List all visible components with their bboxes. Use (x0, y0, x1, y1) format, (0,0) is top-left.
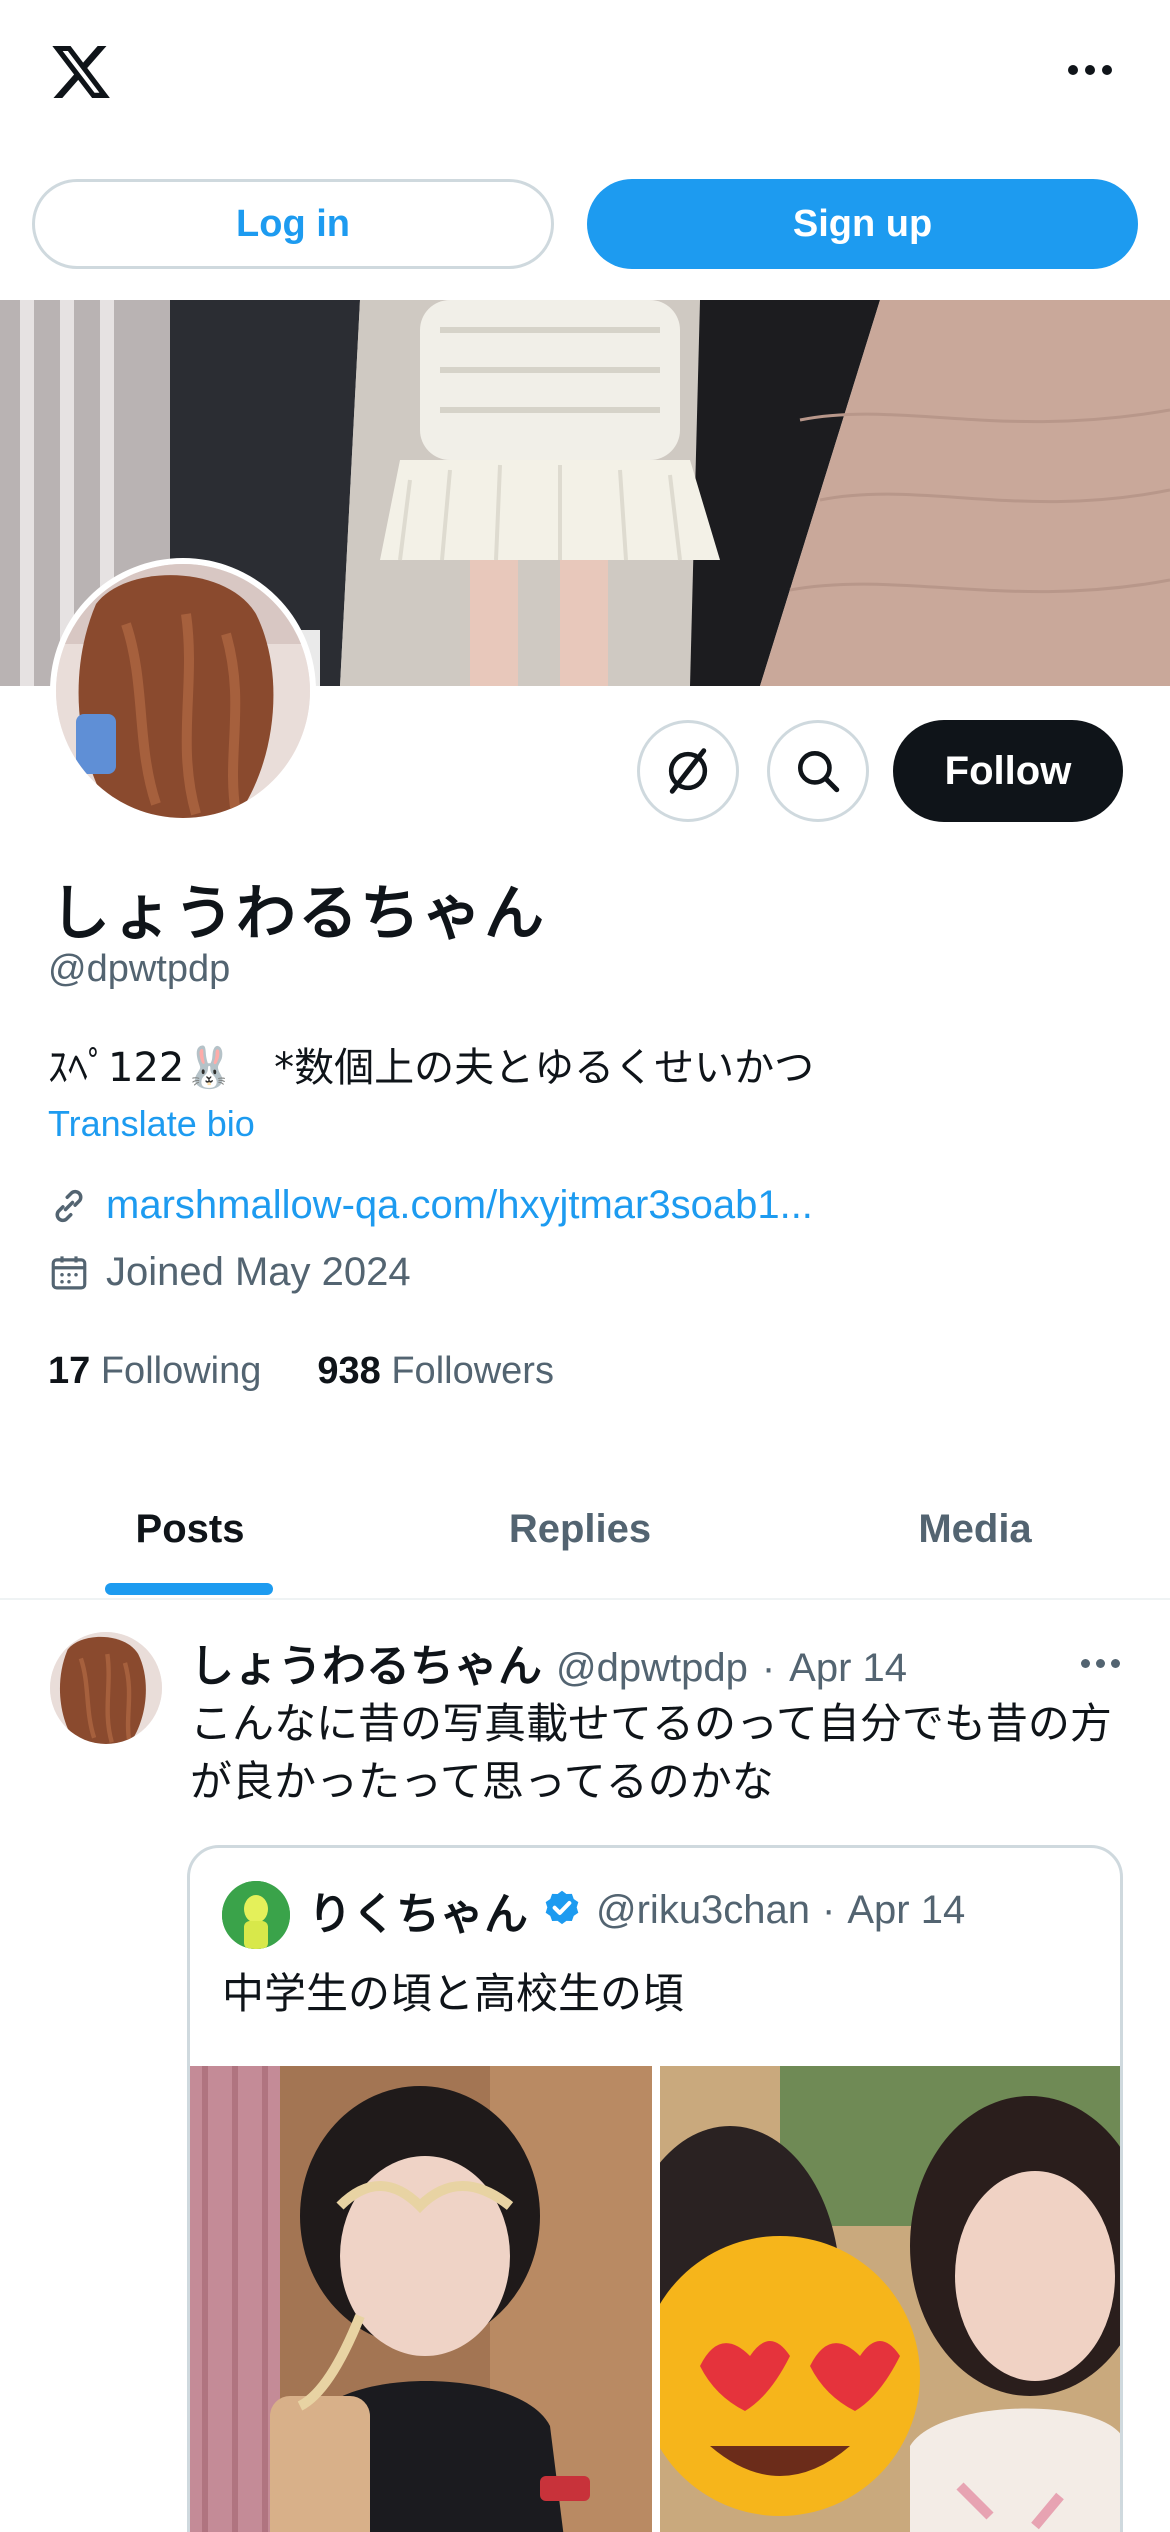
calendar-icon (51, 1255, 87, 1289)
quoted-avatar-image (222, 1881, 290, 1949)
search-icon (798, 751, 840, 793)
top-bar (0, 0, 1170, 150)
profile-bio: ｽﾍﾟ122🐰 *数個上の夫とゆるくせいかつ (48, 1045, 815, 1091)
profile-website-text[interactable]: marshmallow-qa.com/hxyjtmar3soab1... (106, 1183, 813, 1228)
quoted-photo-right (660, 2066, 1120, 2532)
post-text: こんなに昔の写真載せてるのって自分でも昔の方が良かったって思ってるのかな (190, 1699, 1112, 1806)
search-profile-button[interactable] (767, 720, 869, 822)
active-tab-indicator (105, 1583, 273, 1595)
profile-handle: @dpwtpdp (48, 948, 231, 990)
quoted-date[interactable]: Apr 14 (847, 1888, 965, 1933)
quoted-photo-left (190, 2066, 652, 2532)
profile-joined-text: Joined May 2024 (106, 1250, 411, 1294)
follow-button[interactable]: Follow (893, 720, 1123, 822)
post-date[interactable]: Apr 14 (789, 1646, 907, 1691)
following-count: 17 (48, 1350, 91, 1392)
quoted-post-text: 中学生の頃と高校生の頃 (222, 1969, 685, 2018)
followers-label: Followers (391, 1350, 554, 1392)
post-avatar-image (50, 1632, 162, 1744)
quoted-post[interactable]: りくちゃん @riku3chan · Apr 14 中学生の頃と高校生の頃 (187, 1845, 1123, 2532)
followers-count: 938 (317, 1350, 381, 1392)
following-link[interactable]: 17 Following (48, 1350, 261, 1393)
tab-media[interactable]: Media (780, 1460, 1170, 1598)
avatar-image (56, 564, 310, 818)
grok-button[interactable] (637, 720, 739, 822)
post-author-avatar[interactable] (50, 1632, 162, 1744)
quoted-separator: · (822, 1887, 836, 1932)
post-more-icon[interactable] (1070, 1648, 1130, 1678)
profile-avatar[interactable] (50, 558, 316, 824)
more-options-icon[interactable] (1050, 50, 1130, 90)
profile-website[interactable]: marshmallow-qa.com/hxyjtmar3soab1... (48, 1183, 813, 1228)
profile-counts: 17 Following 938 Followers (48, 1350, 554, 1393)
quoted-post-header: りくちゃん @riku3chan · Apr 14 (308, 1878, 965, 1942)
tab-posts[interactable]: Posts (0, 1460, 380, 1598)
grok-icon (668, 748, 708, 794)
login-button[interactable]: Log in (32, 179, 554, 269)
quoted-media-left[interactable] (190, 2066, 652, 2532)
profile-joined: Joined May 2024 (48, 1250, 411, 1295)
post-author-name[interactable]: しょうわるちゃん (190, 1630, 542, 1694)
tab-replies[interactable]: Replies (390, 1460, 770, 1598)
quoted-author-avatar[interactable] (222, 1881, 290, 1949)
followers-link[interactable]: 938 Followers (317, 1350, 554, 1393)
x-logo-icon[interactable] (48, 40, 114, 104)
quoted-media-right[interactable] (660, 2066, 1120, 2532)
quoted-author-handle[interactable]: @riku3chan (596, 1888, 810, 1933)
profile-tabs: Posts Replies Media (0, 1460, 1170, 1600)
quoted-author-name[interactable]: りくちゃん (308, 1878, 528, 1942)
profile-display-name: しょうわるちゃん (50, 879, 546, 949)
post-header: しょうわるちゃん @dpwtpdp · Apr 14 (190, 1630, 907, 1694)
translate-bio-link[interactable]: Translate bio (48, 1103, 255, 1145)
post-author-handle[interactable]: @dpwtpdp (556, 1646, 748, 1691)
verified-badge-icon (545, 1890, 579, 1925)
link-icon (55, 1189, 83, 1222)
post-separator: · (761, 1646, 776, 1690)
signup-button[interactable]: Sign up (587, 179, 1138, 269)
following-label: Following (100, 1350, 262, 1392)
